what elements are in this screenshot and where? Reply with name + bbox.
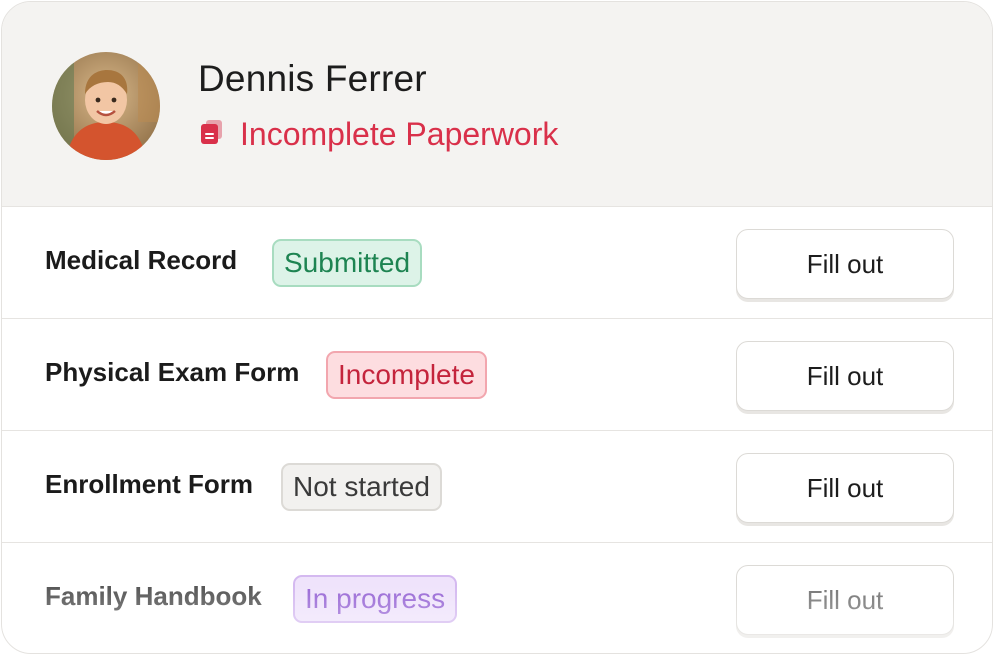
form-name: Medical Record bbox=[45, 245, 238, 275]
fill-out-button[interactable]: Fill out bbox=[736, 453, 954, 523]
paperwork-card: Dennis Ferrer Incomplete Paperwork Medic… bbox=[1, 1, 993, 654]
fill-out-button[interactable]: Fill out bbox=[736, 341, 954, 411]
status-badge-incomplete: Incomplete bbox=[326, 351, 487, 399]
form-row-medical-record: Medical Record Submitted Fill out bbox=[2, 207, 992, 319]
paperwork-status: Incomplete Paperwork bbox=[200, 114, 558, 154]
form-row-family-handbook: Family Handbook In progress Fill out bbox=[2, 543, 992, 653]
paperwork-status-text: Incomplete Paperwork bbox=[240, 115, 559, 152]
fill-out-button[interactable]: Fill out bbox=[736, 565, 954, 635]
form-row-enrollment: Enrollment Form Not started Fill out bbox=[2, 431, 992, 543]
form-name: Physical Exam Form bbox=[45, 357, 300, 387]
status-badge-not-started: Not started bbox=[281, 463, 442, 511]
document-icon bbox=[200, 119, 224, 150]
status-badge-in-progress: In progress bbox=[293, 575, 458, 623]
forms-list: Medical Record Submitted Fill out Physic… bbox=[2, 207, 992, 653]
child-header: Dennis Ferrer Incomplete Paperwork bbox=[2, 2, 992, 207]
fill-out-button[interactable]: Fill out bbox=[736, 229, 954, 299]
form-name: Family Handbook bbox=[45, 581, 262, 611]
child-name: Dennis Ferrer bbox=[198, 58, 427, 99]
form-row-physical-exam: Physical Exam Form Incomplete Fill out bbox=[2, 319, 992, 431]
form-name: Enrollment Form bbox=[45, 469, 254, 499]
status-badge-submitted: Submitted bbox=[272, 239, 423, 287]
avatar bbox=[52, 52, 160, 160]
